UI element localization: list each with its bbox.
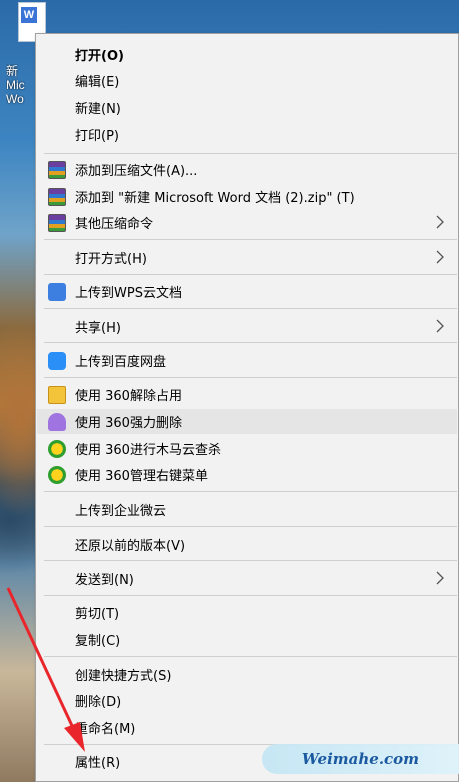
- menu-item-label: 使用 360解除占用: [75, 389, 182, 404]
- menu-item-label: 上传到百度网盘: [75, 355, 167, 370]
- menu-item-label: 编辑(E): [75, 75, 120, 90]
- menu-separator: [44, 274, 457, 275]
- menu-item-label: 上传到企业微云: [75, 504, 167, 519]
- menu-item-label: 使用 360管理右键菜单: [75, 469, 208, 484]
- menu-item-360-shred[interactable]: 使用 360强力删除: [37, 409, 457, 434]
- menu-separator: [44, 342, 457, 343]
- wps-cloud-icon: [48, 282, 66, 301]
- menu-item-edit[interactable]: 编辑(E): [37, 68, 457, 93]
- menu-separator: [44, 595, 457, 596]
- menu-item-delete[interactable]: 删除(D): [37, 688, 457, 713]
- menu-item-label: 添加到 "新建 Microsoft Word 文档 (2).zip" (T): [75, 191, 355, 206]
- menu-item-360-unlock[interactable]: 使用 360解除占用: [37, 382, 457, 407]
- menu-separator: [44, 308, 457, 309]
- menu-separator: [44, 153, 457, 154]
- menu-item-upload-baidu[interactable]: 上传到百度网盘: [37, 348, 457, 373]
- menu-item-upload-wps[interactable]: 上传到WPS云文档: [37, 279, 457, 304]
- menu-separator: [44, 526, 457, 527]
- menu-item-label: 其他压缩命令: [75, 217, 154, 232]
- menu-item-label: 新建(N): [75, 102, 121, 117]
- menu-item-rename[interactable]: 重命名(M): [37, 715, 457, 740]
- menu-separator: [44, 377, 457, 378]
- 360-shred-icon: [48, 412, 66, 431]
- menu-item-label: 发送到(N): [75, 573, 134, 588]
- context-menu: 打开(O) 编辑(E) 新建(N) 打印(P) 添加到压缩文件(A)... 添加…: [35, 33, 459, 782]
- menu-item-label: 还原以前的版本(V): [75, 539, 186, 554]
- menu-item-360-trojan-scan[interactable]: 使用 360进行木马云查杀: [37, 436, 457, 461]
- menu-item-share[interactable]: 共享(H): [37, 314, 457, 339]
- menu-item-new[interactable]: 新建(N): [37, 95, 457, 120]
- menu-item-copy[interactable]: 复制(C): [37, 627, 457, 652]
- menu-item-other-compress[interactable]: 其他压缩命令: [37, 210, 457, 235]
- menu-item-label: 打开方式(H): [75, 252, 147, 267]
- menu-item-create-shortcut[interactable]: 创建快捷方式(S): [37, 662, 457, 687]
- menu-item-label: 上传到WPS云文档: [75, 286, 182, 301]
- winrar-icon: [48, 160, 66, 179]
- menu-item-label: 剪切(T): [75, 607, 120, 622]
- menu-item-label: 重命名(M): [75, 722, 136, 737]
- word-badge: W: [21, 7, 37, 23]
- menu-separator: [44, 656, 457, 657]
- menu-item-label: 删除(D): [75, 695, 122, 710]
- menu-separator: [44, 560, 457, 561]
- menu-item-label: 属性(R): [75, 756, 121, 771]
- winrar-icon: [48, 213, 66, 232]
- 360-security-icon: [48, 439, 66, 458]
- menu-item-360-manage-menu[interactable]: 使用 360管理右键菜单: [37, 462, 457, 487]
- menu-item-open[interactable]: 打开(O): [37, 42, 457, 67]
- menu-item-label: 共享(H): [75, 321, 121, 336]
- menu-item-label: 打开(O): [75, 49, 124, 64]
- watermark-text: Weimahe.com: [301, 750, 420, 768]
- chevron-right-icon: [436, 215, 444, 229]
- menu-item-restore-versions[interactable]: 还原以前的版本(V): [37, 532, 457, 557]
- chevron-right-icon: [436, 319, 444, 333]
- chevron-right-icon: [436, 250, 444, 264]
- menu-separator: [44, 491, 457, 492]
- winrar-icon: [48, 187, 66, 206]
- menu-item-label: 创建快捷方式(S): [75, 669, 172, 684]
- menu-item-label: 复制(C): [75, 634, 121, 649]
- menu-separator: [44, 239, 457, 240]
- chevron-right-icon: [436, 571, 444, 585]
- menu-item-add-to-archive[interactable]: 添加到压缩文件(A)...: [37, 157, 457, 182]
- menu-item-add-to-zip[interactable]: 添加到 "新建 Microsoft Word 文档 (2).zip" (T): [37, 184, 457, 209]
- menu-item-upload-weiyun[interactable]: 上传到企业微云: [37, 497, 457, 522]
- menu-item-label: 使用 360进行木马云查杀: [75, 443, 221, 458]
- 360-security-icon: [48, 465, 66, 484]
- baidu-netdisk-icon: [48, 351, 66, 370]
- menu-item-label: 添加到压缩文件(A)...: [75, 164, 198, 179]
- menu-item-open-with[interactable]: 打开方式(H): [37, 245, 457, 270]
- watermark: Weimahe.com: [262, 744, 459, 774]
- menu-item-cut[interactable]: 剪切(T): [37, 600, 457, 625]
- menu-item-print[interactable]: 打印(P): [37, 122, 457, 147]
- menu-item-label: 打印(P): [75, 129, 119, 144]
- 360-unlock-icon: [48, 385, 66, 404]
- menu-item-send-to[interactable]: 发送到(N): [37, 566, 457, 591]
- menu-item-label: 使用 360强力删除: [75, 416, 182, 431]
